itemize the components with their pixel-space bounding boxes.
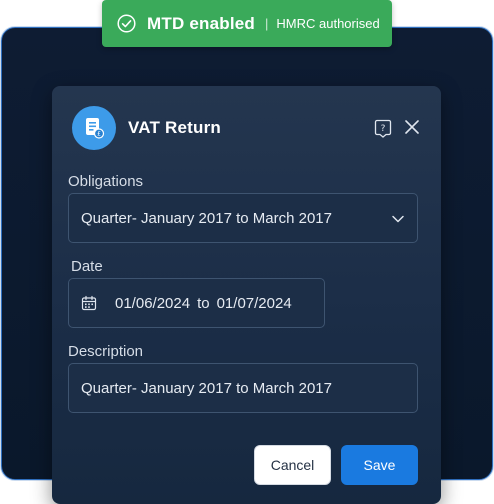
svg-text:?: ? [381,124,386,134]
check-circle-icon [117,14,136,33]
badge-separator: | [265,16,269,31]
obligations-label: Obligations [68,173,144,190]
description-label: Description [68,343,144,360]
calendar-icon [81,295,97,311]
chevron-down-icon [391,212,405,226]
description-value: Quarter- January 2017 to March 2017 [81,379,332,397]
date-range-field[interactable]: 01/06/2024 to 01/07/2024 [68,278,325,328]
date-label: Date [71,258,103,275]
date-to: 01/07/2024 [216,294,292,312]
cancel-button[interactable]: Cancel [254,445,331,485]
save-button[interactable]: Save [341,445,418,485]
mtd-status-badge: MTD enabled | HMRC authorised [102,0,392,47]
date-from: 01/06/2024 [115,294,191,312]
svg-text:£: £ [97,131,101,138]
obligations-select[interactable]: Quarter- January 2017 to March 2017 [68,193,418,243]
vat-return-dialog: £ VAT Return ? Obligations Quarter- Janu… [52,86,441,504]
stage: £ VAT Return ? Obligations Quarter- Janu… [0,0,494,504]
close-icon[interactable] [404,119,420,135]
dialog-title: VAT Return [128,118,221,137]
date-connector: to [197,294,210,312]
document-icon: £ [72,106,116,150]
badge-title: MTD enabled [147,13,255,33]
description-field[interactable]: Quarter- January 2017 to March 2017 [68,363,418,413]
obligations-value: Quarter- January 2017 to March 2017 [81,209,332,227]
help-icon[interactable]: ? [374,118,392,138]
badge-subtitle: HMRC authorised [276,16,380,31]
